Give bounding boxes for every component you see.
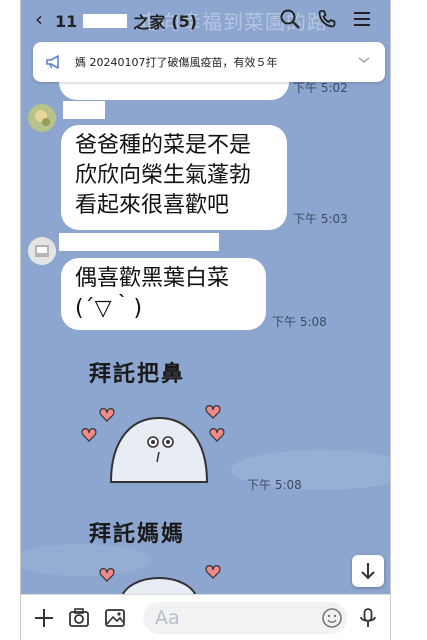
redacted-name: [83, 14, 128, 28]
sticker-caption: 拜託媽媽: [89, 521, 186, 547]
message-input[interactable]: Aa: [143, 602, 347, 634]
sender-name-redacted: [59, 233, 219, 251]
megaphone-icon: [46, 55, 59, 69]
message-time: 下午 5:08: [272, 315, 327, 329]
blob-character-icon: [81, 405, 225, 483]
chat-title: 11 之家 (5): [55, 9, 197, 33]
avatar[interactable]: [28, 104, 56, 132]
announcement-banner[interactable]: 媽 20240107打了破傷風疫苗，有效５年: [33, 42, 385, 82]
input-bar: Aa: [21, 594, 390, 640]
search-icon[interactable]: [279, 8, 301, 30]
message-line: 爸爸種的菜是不是: [75, 133, 252, 158]
sticker[interactable]: 拜託把鼻: [71, 350, 251, 490]
message-bubble[interactable]: 爸爸種的菜是不是 欣欣向榮生氣蓬勃 看起來很喜歡吧: [61, 125, 287, 230]
message-time: 下午 5:08: [247, 478, 302, 492]
unread-count[interactable]: 11: [55, 12, 77, 31]
menu-icon[interactable]: [351, 8, 373, 30]
arrow-down-icon: [361, 563, 375, 580]
back-chevron-icon[interactable]: ‹: [35, 7, 43, 31]
emoji-icon[interactable]: [320, 606, 344, 630]
image-icon[interactable]: [103, 606, 127, 630]
message-line: 偶喜歡黑葉白菜: [75, 266, 230, 291]
message-bubble[interactable]: 偶喜歡黑葉白菜 (´▽｀): [61, 258, 266, 330]
group-name-suffix: 之家: [133, 13, 166, 32]
sticker[interactable]: 拜託媽媽: [71, 510, 251, 600]
message-line: 欣欣向榮生氣蓬勃: [75, 163, 252, 188]
member-count: (5): [171, 11, 198, 31]
microphone-icon[interactable]: [356, 606, 380, 630]
plus-icon[interactable]: [32, 606, 56, 630]
message-line: (´▽｀): [75, 296, 143, 321]
camera-icon[interactable]: [67, 606, 91, 630]
sender-name-redacted: [63, 101, 105, 119]
avatar[interactable]: [28, 237, 56, 265]
chat-header: 走向幸福到菜園的路 ‹ 11 之家 (5): [21, 0, 390, 38]
chat-screen: 走向幸福到菜園的路 ‹ 11 之家 (5) 下午 5:02 媽 20240107…: [20, 0, 391, 640]
message-line: 看起來很喜歡吧: [75, 193, 230, 218]
message-time: 下午 5:03: [293, 212, 348, 226]
chevron-down-icon[interactable]: [357, 55, 371, 65]
scroll-to-bottom-button[interactable]: [352, 555, 384, 587]
announcement-text: 媽 20240107打了破傷風疫苗，有效５年: [75, 56, 278, 69]
sticker-caption: 拜託把鼻: [89, 361, 186, 387]
blob-character-icon: [99, 565, 221, 600]
phone-call-icon[interactable]: [316, 8, 338, 30]
